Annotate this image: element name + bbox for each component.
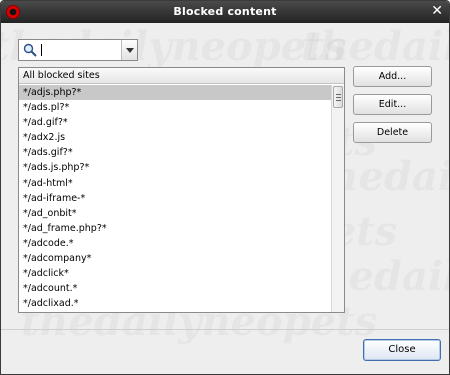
title-bar[interactable]: Blocked content ✕ [1,1,449,23]
list-item[interactable]: */adclick* [19,266,331,281]
list-item[interactable]: */ad_onbit* [19,206,331,221]
delete-button[interactable]: Delete [353,122,432,143]
list-item[interactable]: */ads.pl?* [19,100,331,115]
blocked-content-dialog: Blocked content ✕ thedailyneopets thedai… [0,0,450,375]
list-item[interactable]: */adjs.php?* [19,85,331,101]
list-item[interactable]: */adcompany* [19,251,331,266]
scrollbar-thumb[interactable] [333,86,343,108]
list-item[interactable]: */adclixad.* [19,296,331,311]
divider [1,329,449,330]
list-item[interactable]: */ad-iframe-* [19,191,331,206]
edit-button[interactable]: Edit... [353,94,432,115]
list-item[interactable]: */ad_frame.php?* [19,221,331,236]
list-item[interactable]: */adcode.* [19,236,331,251]
list-item[interactable]: */ads.js.php?* [19,160,331,175]
search-icon [23,43,37,57]
list-item[interactable]: */adcount.* [19,281,331,296]
watermark-text: thedailyneopets [301,23,449,70]
list-item[interactable]: */adx2.js [19,130,331,145]
search-dropdown-button[interactable] [121,40,137,60]
add-button[interactable]: Add... [353,66,432,87]
list-item[interactable]: */ads.gif?* [19,145,331,160]
close-icon[interactable]: ✕ [431,3,443,19]
list-item[interactable]: */ad.gif?* [19,115,331,130]
list-column-header[interactable]: All blocked sites [19,68,344,84]
list-item[interactable]: */ad-html* [19,176,331,191]
list-scrollbar[interactable] [331,85,344,312]
text-cursor [41,44,42,56]
list-rows: */adjs.php?* */ads.pl?* */ad.gif?* */adx2.j… [19,85,331,311]
search-field[interactable] [18,39,138,61]
close-button[interactable]: Close [363,339,441,361]
blocked-sites-list[interactable]: All blocked sites */adjs.php?* */ads.pl?*… [18,67,345,313]
window-title: Blocked content [173,5,277,18]
